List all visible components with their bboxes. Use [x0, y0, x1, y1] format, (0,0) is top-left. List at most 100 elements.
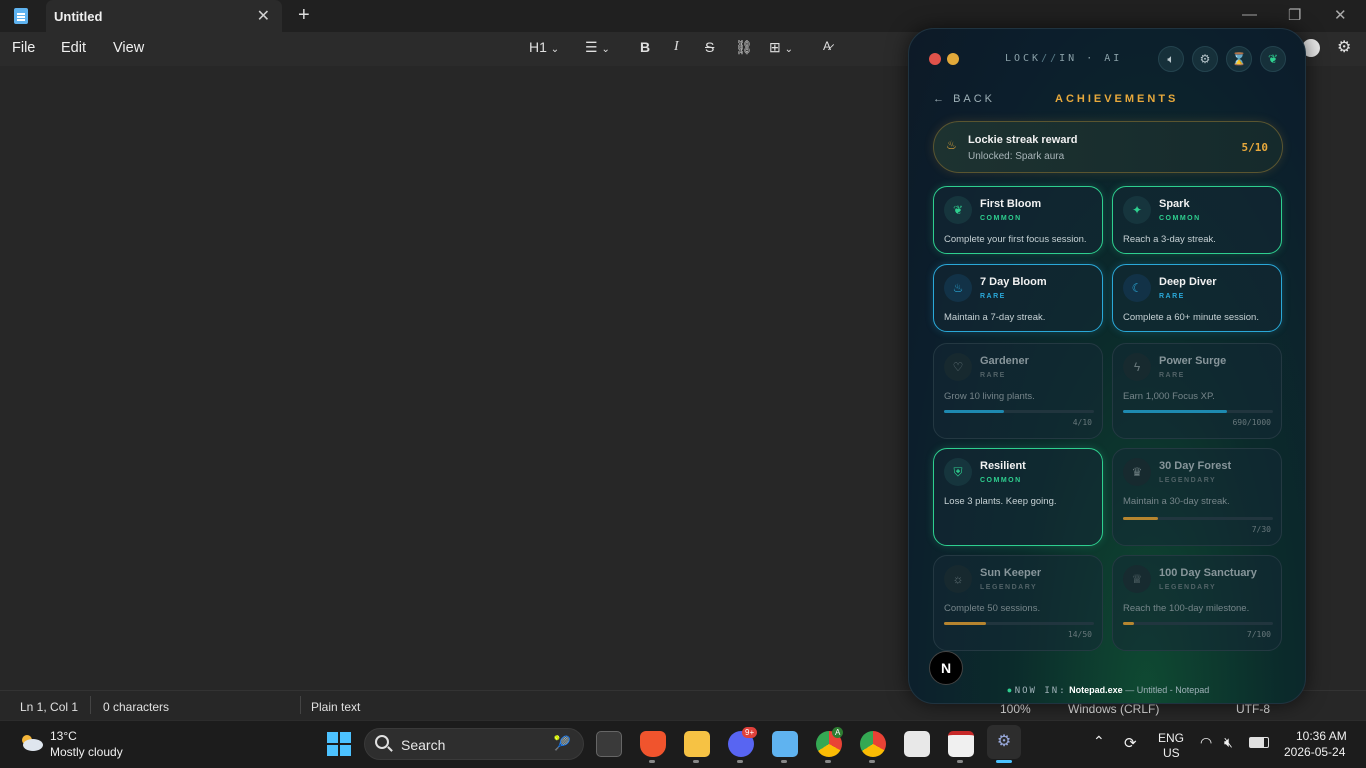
leaf-icon: ❦ [944, 196, 972, 224]
notepad-app-icon [14, 8, 28, 24]
achievement-desc: Complete a 60+ minute session. [1123, 312, 1259, 323]
achievement-name: Deep Diver [1159, 276, 1217, 288]
close-tab-icon[interactable]: ✕ [257, 6, 270, 26]
n-badge[interactable]: N [929, 651, 963, 685]
snipping-tool-icon[interactable] [948, 731, 974, 757]
language-indicator[interactable]: ENG [1158, 731, 1184, 745]
arrow-left-icon: ← [933, 93, 954, 105]
zoom-level[interactable]: 100% [1000, 702, 1031, 716]
flame-icon: ♨ [944, 274, 972, 302]
achievement-name: Spark [1159, 198, 1190, 210]
progress-fill [944, 622, 986, 625]
progress-text: 690/1000 [1232, 418, 1271, 427]
status-dot-icon: ● [1006, 685, 1013, 695]
wifi-icon[interactable]: ◠ [1200, 734, 1212, 751]
search-highlight-icon: 🎾 [553, 735, 571, 751]
achievement-power-surge[interactable]: ϟ Power Surge RARE Earn 1,000 Focus XP. … [1112, 343, 1282, 439]
encoding[interactable]: UTF-8 [1236, 702, 1270, 716]
region-indicator[interactable]: US [1163, 746, 1180, 760]
achievement-spark[interactable]: ✦ Spark COMMON Reach a 3-day streak. [1112, 186, 1282, 254]
now-in-indicator: ● NOW IN: Notepad.exe — Untitled - Notep… [909, 685, 1305, 696]
achievement-name: Sun Keeper [980, 567, 1042, 579]
battery-icon[interactable] [1249, 737, 1269, 748]
achievement-resilient[interactable]: ⛨ Resilient COMMON Lose 3 plants. Keep g… [933, 448, 1103, 546]
bold-button[interactable]: B [640, 39, 650, 55]
menu-edit[interactable]: Edit [61, 40, 86, 56]
heading-dropdown[interactable]: H1 ⌄ [529, 39, 559, 55]
running-indicator [781, 760, 787, 763]
weather-desc[interactable]: Mostly cloudy [50, 745, 123, 759]
heart-icon: ♡ [944, 353, 972, 381]
rarity-label: RARE [980, 293, 1006, 300]
close-window-button[interactable]: ✕ [1334, 6, 1347, 24]
maximize-button[interactable]: ❐ [1288, 6, 1301, 24]
new-tab-button[interactable]: + [298, 4, 310, 27]
achievement-name: 7 Day Bloom [980, 276, 1047, 288]
close-dot[interactable] [929, 53, 941, 65]
achievement-gardener[interactable]: ♡ Gardener RARE Grow 10 living plants. 4… [933, 343, 1103, 439]
sound-icon[interactable]: 🔈︎ [1158, 46, 1184, 72]
sync-icon[interactable]: ⟳ [1124, 734, 1137, 752]
achievement-7-day-bloom[interactable]: ♨ 7 Day Bloom RARE Maintain a 7-day stre… [933, 264, 1103, 332]
back-button[interactable]: ← BACK [933, 93, 995, 105]
streak-reward-banner[interactable]: ♨ Lockie streak reward Unlocked: Spark a… [933, 121, 1283, 173]
plant-leaf-icon[interactable]: ❦ [1260, 46, 1286, 72]
link-icon[interactable]: ⛓ [735, 39, 753, 56]
table-dropdown[interactable]: ⊞ ⌄ [769, 39, 793, 56]
rarity-label: COMMON [1159, 215, 1201, 222]
line-ending[interactable]: Windows (CRLF) [1068, 702, 1159, 716]
strikethrough-button[interactable]: S [705, 39, 714, 55]
clear-formatting-icon[interactable]: A̷ [823, 39, 831, 53]
rarity-label: RARE [1159, 372, 1185, 379]
cloudy-weather-icon[interactable] [18, 732, 44, 752]
progress-text: 7/30 [1251, 525, 1271, 534]
achievement-name: First Bloom [980, 198, 1042, 210]
format-indicator[interactable]: Plain text [311, 700, 360, 714]
list-dropdown[interactable]: ☰ ⌄ [585, 39, 610, 56]
windows-start-icon[interactable] [327, 732, 351, 756]
status-divider [90, 696, 91, 714]
achievement-30-day-forest[interactable]: ♛ 30 Day Forest LEGENDARY Maintain a 30-… [1112, 448, 1282, 546]
progress-text: 14/50 [1067, 630, 1092, 639]
now-in-detail: — Untitled - Notepad [1125, 685, 1210, 695]
progress-text: 7/100 [1246, 630, 1271, 639]
achievement-sun-keeper[interactable]: ☼ Sun Keeper LEGENDARY Complete 50 sessi… [933, 555, 1103, 651]
running-indicator [825, 760, 831, 763]
settings-gear-icon[interactable]: ⚙ [1337, 37, 1351, 57]
notepad-taskbar-icon[interactable] [772, 731, 798, 757]
file-explorer-icon[interactable] [684, 731, 710, 757]
chrome-icon[interactable] [860, 731, 886, 757]
achievement-desc: Reach the 100-day milestone. [1123, 603, 1250, 614]
search-placeholder: Search [401, 737, 446, 753]
chevron-up-icon[interactable]: ⌃ [1093, 733, 1105, 750]
task-view-icon[interactable] [596, 731, 622, 757]
achievement-deep-diver[interactable]: ☾ Deep Diver RARE Complete a 60+ minute … [1112, 264, 1282, 332]
active-indicator [996, 760, 1012, 763]
achievements-icon[interactable]: ⌛ [1226, 46, 1252, 72]
brave-browser-icon[interactable] [640, 731, 666, 757]
status-divider [300, 696, 301, 714]
italic-button[interactable]: I [674, 39, 679, 55]
rarity-label: RARE [1159, 293, 1185, 300]
achievement-desc: Maintain a 30-day streak. [1123, 496, 1230, 507]
progress-bar [1123, 622, 1273, 625]
settings-icon[interactable]: ⚙ [1192, 46, 1218, 72]
clock-date[interactable]: 2026-05-24 [1284, 745, 1345, 759]
achievement-100-day-sanctuary[interactable]: ♕ 100 Day Sanctuary LEGENDARY Reach the … [1112, 555, 1282, 651]
achievement-desc: Reach a 3-day streak. [1123, 234, 1216, 245]
clock-time[interactable]: 10:36 AM [1296, 729, 1347, 743]
minimize-dot[interactable] [947, 53, 959, 65]
menu-view[interactable]: View [113, 40, 144, 56]
running-indicator [693, 760, 699, 763]
achievement-first-bloom[interactable]: ❦ First Bloom COMMON Complete your first… [933, 186, 1103, 254]
achievement-desc: Earn 1,000 Focus XP. [1123, 391, 1215, 402]
achievement-desc: Complete your first focus session. [944, 234, 1087, 245]
lockin-taskbar-icon[interactable]: ⚙ [987, 725, 1021, 759]
volume-muted-icon[interactable]: 🔇︎ [1224, 734, 1233, 751]
taskbar-search[interactable]: Search 🎾 [364, 728, 584, 760]
cube-app-icon[interactable] [904, 731, 930, 757]
weather-temp[interactable]: 13°C [50, 729, 77, 743]
menu-file[interactable]: File [12, 40, 35, 56]
minimize-button[interactable]: — [1242, 6, 1257, 23]
tab-untitled[interactable]: Untitled ✕ [46, 0, 282, 32]
